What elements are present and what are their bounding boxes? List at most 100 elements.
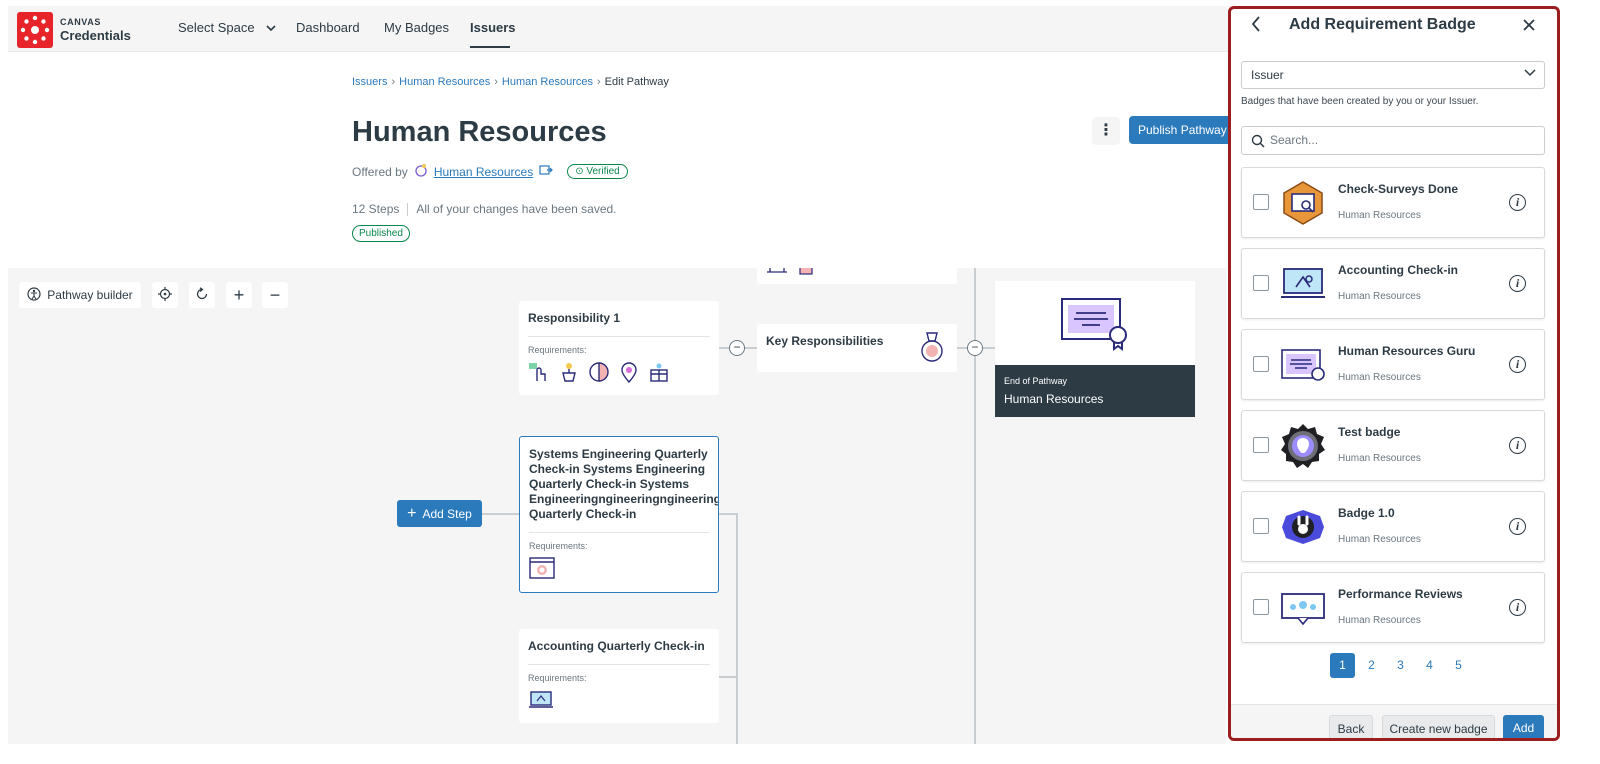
laptop-icon bbox=[528, 689, 553, 711]
badge-row[interactable]: Performance Reviews Human Resources i bbox=[1241, 572, 1545, 643]
connector-line bbox=[719, 676, 737, 678]
clipboard-icon bbox=[798, 268, 814, 281]
more-options-button[interactable]: ⋮ bbox=[1092, 117, 1120, 145]
location-pin-icon bbox=[618, 361, 640, 384]
badge-name: Accounting Check-in bbox=[1338, 263, 1459, 277]
external-share-icon[interactable] bbox=[539, 164, 554, 179]
issuer-select[interactable]: Issuer bbox=[1241, 61, 1545, 89]
recenter-button[interactable] bbox=[152, 282, 178, 308]
step-card-partial[interactable] bbox=[757, 268, 957, 284]
select-hint: Badges that have been created by you or … bbox=[1241, 96, 1479, 107]
steps-count: 12 Steps bbox=[352, 202, 400, 216]
book-icon bbox=[766, 268, 788, 281]
pathway-canvas[interactable]: Pathway builder + − Responsibility 1 Req… bbox=[8, 268, 1226, 744]
crosshair-icon bbox=[158, 286, 172, 304]
connector-line bbox=[736, 513, 738, 744]
breadcrumb-current: Edit Pathway bbox=[604, 76, 669, 88]
page-5-button[interactable]: 5 bbox=[1446, 653, 1471, 678]
page-1-button[interactable]: 1 bbox=[1330, 653, 1355, 678]
search-input[interactable] bbox=[1270, 133, 1530, 147]
step-card-systems-engineering[interactable]: Systems Engineering Quarterly Check-in S… bbox=[519, 436, 719, 593]
browser-window-icon bbox=[529, 557, 555, 579]
badge-checkbox[interactable] bbox=[1253, 275, 1269, 291]
zoom-in-button[interactable]: + bbox=[226, 282, 252, 308]
badge-issuer: Human Resources bbox=[1338, 210, 1421, 221]
badge-checkbox[interactable] bbox=[1253, 437, 1269, 453]
plant-icon bbox=[558, 361, 580, 383]
reset-button[interactable] bbox=[189, 282, 215, 308]
canvas-logo[interactable] bbox=[17, 12, 53, 48]
end-label: End of Pathway bbox=[1004, 376, 1068, 386]
select-space-dropdown[interactable]: Select Space bbox=[178, 20, 276, 35]
back-arrow-button[interactable] bbox=[1251, 16, 1261, 37]
badge-checkbox[interactable] bbox=[1253, 194, 1269, 210]
nav-dashboard[interactable]: Dashboard bbox=[296, 20, 360, 35]
nav-issuers[interactable]: Issuers bbox=[470, 20, 516, 35]
info-icon[interactable]: i bbox=[1509, 437, 1526, 454]
page-2-button[interactable]: 2 bbox=[1359, 653, 1384, 678]
bunny-badge-icon bbox=[1280, 504, 1326, 550]
plus-icon: + bbox=[233, 284, 245, 305]
zoom-out-button[interactable]: − bbox=[262, 282, 288, 308]
refresh-icon bbox=[195, 286, 209, 304]
end-of-pathway-card[interactable]: End of Pathway Human Resources bbox=[995, 281, 1195, 417]
breadcrumb-issuers[interactable]: Issuers bbox=[352, 76, 387, 88]
badge-row[interactable]: Human Resources Guru Human Resources i bbox=[1241, 329, 1545, 400]
close-icon bbox=[1523, 15, 1535, 35]
save-status: All of your changes have been saved. bbox=[416, 202, 617, 216]
badge-checkbox[interactable] bbox=[1253, 518, 1269, 534]
verified-badge: ⊙ Verified bbox=[567, 164, 628, 179]
info-icon[interactable]: i bbox=[1509, 275, 1526, 292]
collapse-button[interactable]: − bbox=[967, 340, 983, 356]
step-card-key-responsibilities[interactable]: Key Responsibilities bbox=[757, 324, 957, 372]
add-button[interactable]: Add bbox=[1503, 715, 1544, 738]
close-button[interactable] bbox=[1523, 15, 1535, 36]
info-icon[interactable]: i bbox=[1509, 599, 1526, 616]
badge-name: Performance Reviews bbox=[1338, 587, 1463, 601]
step-card-responsibility[interactable]: Responsibility 1 Requirements: bbox=[519, 301, 719, 395]
check-circle-icon: ⊙ bbox=[575, 166, 584, 177]
nav-my-badges[interactable]: My Badges bbox=[384, 20, 449, 35]
badge-issuer: Human Resources bbox=[1338, 615, 1421, 626]
create-new-badge-button[interactable]: Create new badge bbox=[1382, 715, 1495, 738]
info-icon[interactable]: i bbox=[1509, 518, 1526, 535]
offered-by-label: Offered by bbox=[352, 164, 408, 179]
badge-row[interactable]: Accounting Check-in Human Resources i bbox=[1241, 248, 1545, 319]
connector-line bbox=[482, 513, 520, 515]
chevron-right-icon: › bbox=[391, 76, 396, 88]
stars-badge-icon bbox=[1280, 585, 1326, 631]
badge-name: Test badge bbox=[1338, 425, 1401, 439]
badge-row[interactable]: Badge 1.0 Human Resources i bbox=[1241, 491, 1545, 562]
pathway-builder-button[interactable]: Pathway builder bbox=[19, 282, 141, 308]
breadcrumb-human-resources-1[interactable]: Human Resources bbox=[399, 76, 490, 88]
page-3-button[interactable]: 3 bbox=[1388, 653, 1413, 678]
publish-pathway-button[interactable]: Publish Pathway bbox=[1129, 116, 1229, 144]
info-icon[interactable]: i bbox=[1509, 194, 1526, 211]
page-4-button[interactable]: 4 bbox=[1417, 653, 1442, 678]
apple-badge-icon bbox=[1280, 423, 1326, 469]
step-card-accounting[interactable]: Accounting Quarterly Check-in Requiremen… bbox=[519, 629, 719, 723]
end-title: Human Resources bbox=[1004, 392, 1104, 406]
badge-row[interactable]: Check-Surveys Done Human Resources i bbox=[1241, 167, 1545, 238]
step-title: Responsibility 1 bbox=[528, 311, 621, 325]
badge-issuer: Human Resources bbox=[1338, 291, 1421, 302]
collapse-button[interactable]: − bbox=[729, 340, 745, 356]
badge-checkbox[interactable] bbox=[1253, 356, 1269, 372]
meta-divider bbox=[407, 203, 409, 217]
badge-name: Human Resources Guru bbox=[1338, 344, 1476, 358]
offered-by-row: Offered by Human Resources ⊙ Verified bbox=[352, 163, 628, 180]
badge-row[interactable]: Test badge Human Resources i bbox=[1241, 410, 1545, 481]
select-space-label: Select Space bbox=[178, 20, 255, 35]
issuer-link[interactable]: Human Resources bbox=[434, 165, 533, 179]
badge-checkbox[interactable] bbox=[1253, 599, 1269, 615]
search-field[interactable] bbox=[1241, 126, 1545, 155]
end-footer: End of Pathway Human Resources bbox=[995, 365, 1195, 417]
back-button[interactable]: Back bbox=[1329, 715, 1373, 738]
info-icon[interactable]: i bbox=[1509, 356, 1526, 373]
add-step-button[interactable]: + Add Step bbox=[397, 500, 482, 527]
verified-label: Verified bbox=[586, 166, 620, 177]
card-divider bbox=[529, 532, 709, 533]
breadcrumb-human-resources-2[interactable]: Human Resources bbox=[502, 76, 593, 88]
minus-icon: − bbox=[269, 284, 281, 305]
half-circle-icon bbox=[588, 361, 610, 383]
